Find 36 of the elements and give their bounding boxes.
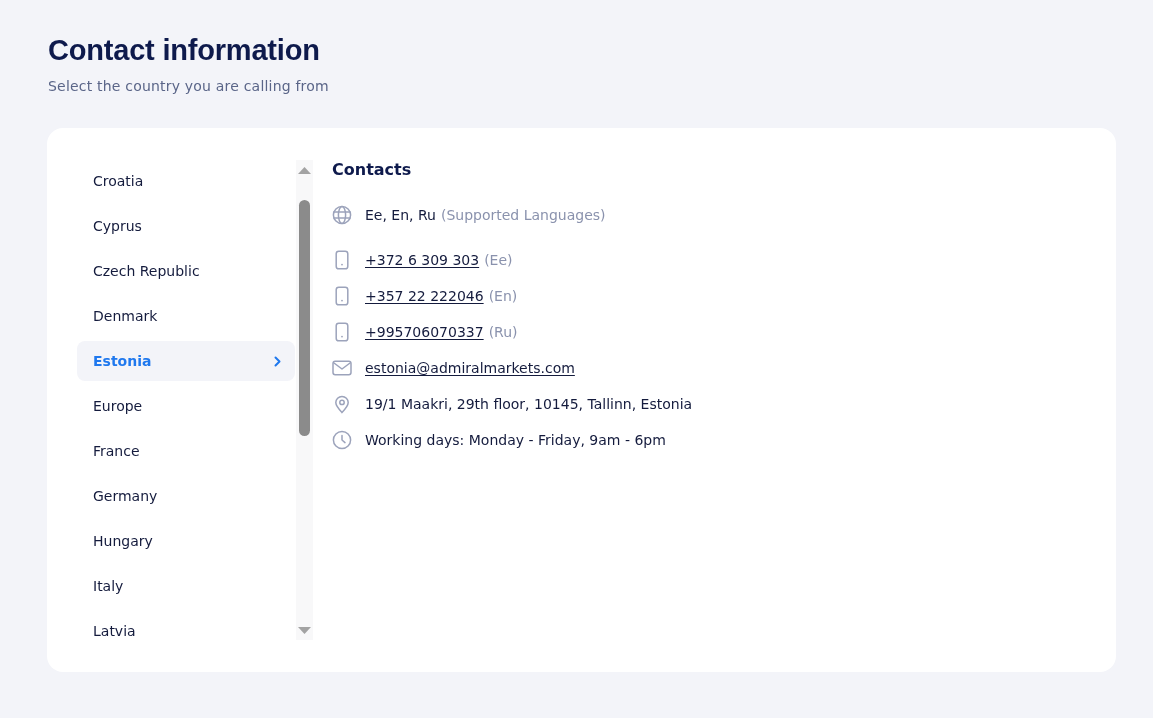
phone-icon: [332, 322, 352, 342]
section-heading: Contacts: [332, 159, 413, 181]
page-title: Contact information: [48, 33, 320, 68]
country-list-item[interactable]: Denmark: [77, 296, 295, 336]
languages-text: Ee, En, Ru: [365, 207, 436, 223]
address-text: 19/1 Maakri, 29th floor, 10145, Tallinn, Estonia: [365, 396, 693, 412]
map-pin-icon: [332, 394, 352, 414]
working-hours-text: Working days: Monday - Friday, 9am - 6pm: [365, 432, 666, 448]
scrollbar-thumb[interactable]: [299, 200, 310, 436]
phone-icon: [332, 286, 352, 306]
envelope-icon: [332, 358, 352, 378]
country-list-item[interactable]: Hungary: [77, 521, 295, 561]
country-list-item[interactable]: Estonia: [77, 341, 295, 381]
scroll-up-icon[interactable]: [298, 166, 311, 174]
country-list-item[interactable]: France: [77, 431, 295, 471]
phone-link[interactable]: +357 22 222046: [365, 288, 484, 304]
country-list-item[interactable]: Cyprus: [77, 206, 295, 246]
chevron-right-icon: [274, 355, 281, 367]
language-note: (Ru): [488, 324, 518, 340]
languages-note: (Supported Languages): [440, 207, 606, 223]
phone-link[interactable]: +995706070337: [365, 324, 484, 340]
language-note: (En): [488, 288, 518, 304]
clock-icon: [332, 430, 352, 450]
country-list-item[interactable]: Italy: [77, 566, 295, 606]
country-list-item[interactable]: Europe: [77, 386, 295, 426]
country-list-item[interactable]: Germany: [77, 476, 295, 516]
language-note: (Ee): [484, 252, 513, 268]
email-link[interactable]: estonia@admiralmarkets.com: [365, 360, 575, 376]
phone-link[interactable]: +372 6 309 303: [365, 252, 480, 268]
phone-icon: [332, 250, 352, 270]
scroll-down-icon[interactable]: [298, 626, 311, 634]
globe-icon: [332, 205, 352, 225]
country-list-item[interactable]: Latvia: [77, 611, 295, 651]
country-list-item[interactable]: Croatia: [77, 161, 295, 201]
country-list-item[interactable]: Czech Republic: [77, 251, 295, 291]
page-subtitle: Select the country you are calling from: [48, 77, 329, 96]
